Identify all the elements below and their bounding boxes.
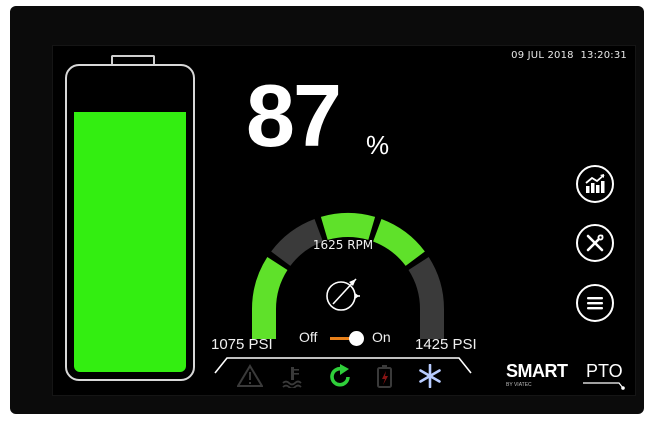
refresh-icon (330, 364, 350, 387)
settings-button[interactable] (576, 224, 614, 262)
menu-button[interactable] (576, 284, 614, 322)
logo-circuit-line (583, 382, 625, 390)
charge-percent-value: 87 (246, 66, 342, 165)
psi-min-label: 1075 PSI (211, 336, 273, 353)
pressure-gauge (252, 213, 444, 339)
warning-icon (237, 364, 263, 387)
menu-icon (587, 297, 603, 310)
psi-max-label: 1425 PSI (415, 336, 477, 353)
toggle-off-label: Off (299, 329, 318, 345)
gauge-segment-5 (408, 256, 444, 310)
brand-by-text: BY VIATEC (506, 382, 532, 388)
battery-level-fill (74, 111, 186, 372)
pressure-valve-icon (326, 278, 360, 311)
toggle-knob[interactable] (349, 331, 364, 346)
display-screen: 09 JUL 2018 13:20:31 87 % 1625 RPM 1075 … (52, 45, 636, 396)
smartpto-logo: SMART PTO BY VIATEC (501, 358, 629, 394)
gauge-segment-3 (320, 213, 376, 241)
coolant-temperature-icon (282, 367, 302, 388)
reports-button[interactable] (576, 165, 614, 203)
charge-percent-unit: % (366, 130, 390, 160)
brand-pto-text: PTO (586, 361, 623, 381)
battery-inner (74, 73, 186, 372)
battery-gauge (65, 64, 195, 381)
chart-icon (585, 174, 605, 193)
date-time: 09 JUL 2018 13:20:31 (511, 50, 627, 61)
device-frame: 09 JUL 2018 13:20:31 87 % 1625 RPM 1075 … (10, 6, 644, 414)
gauge-segment-1 (252, 256, 288, 310)
toggle-on-label: On (372, 329, 391, 345)
tools-icon (586, 234, 604, 252)
brand-smart-text: SMART (506, 361, 568, 381)
snowflake-icon (419, 364, 441, 388)
rpm-readout: 1625 RPM (312, 238, 374, 252)
battery-fault-icon (377, 365, 392, 388)
